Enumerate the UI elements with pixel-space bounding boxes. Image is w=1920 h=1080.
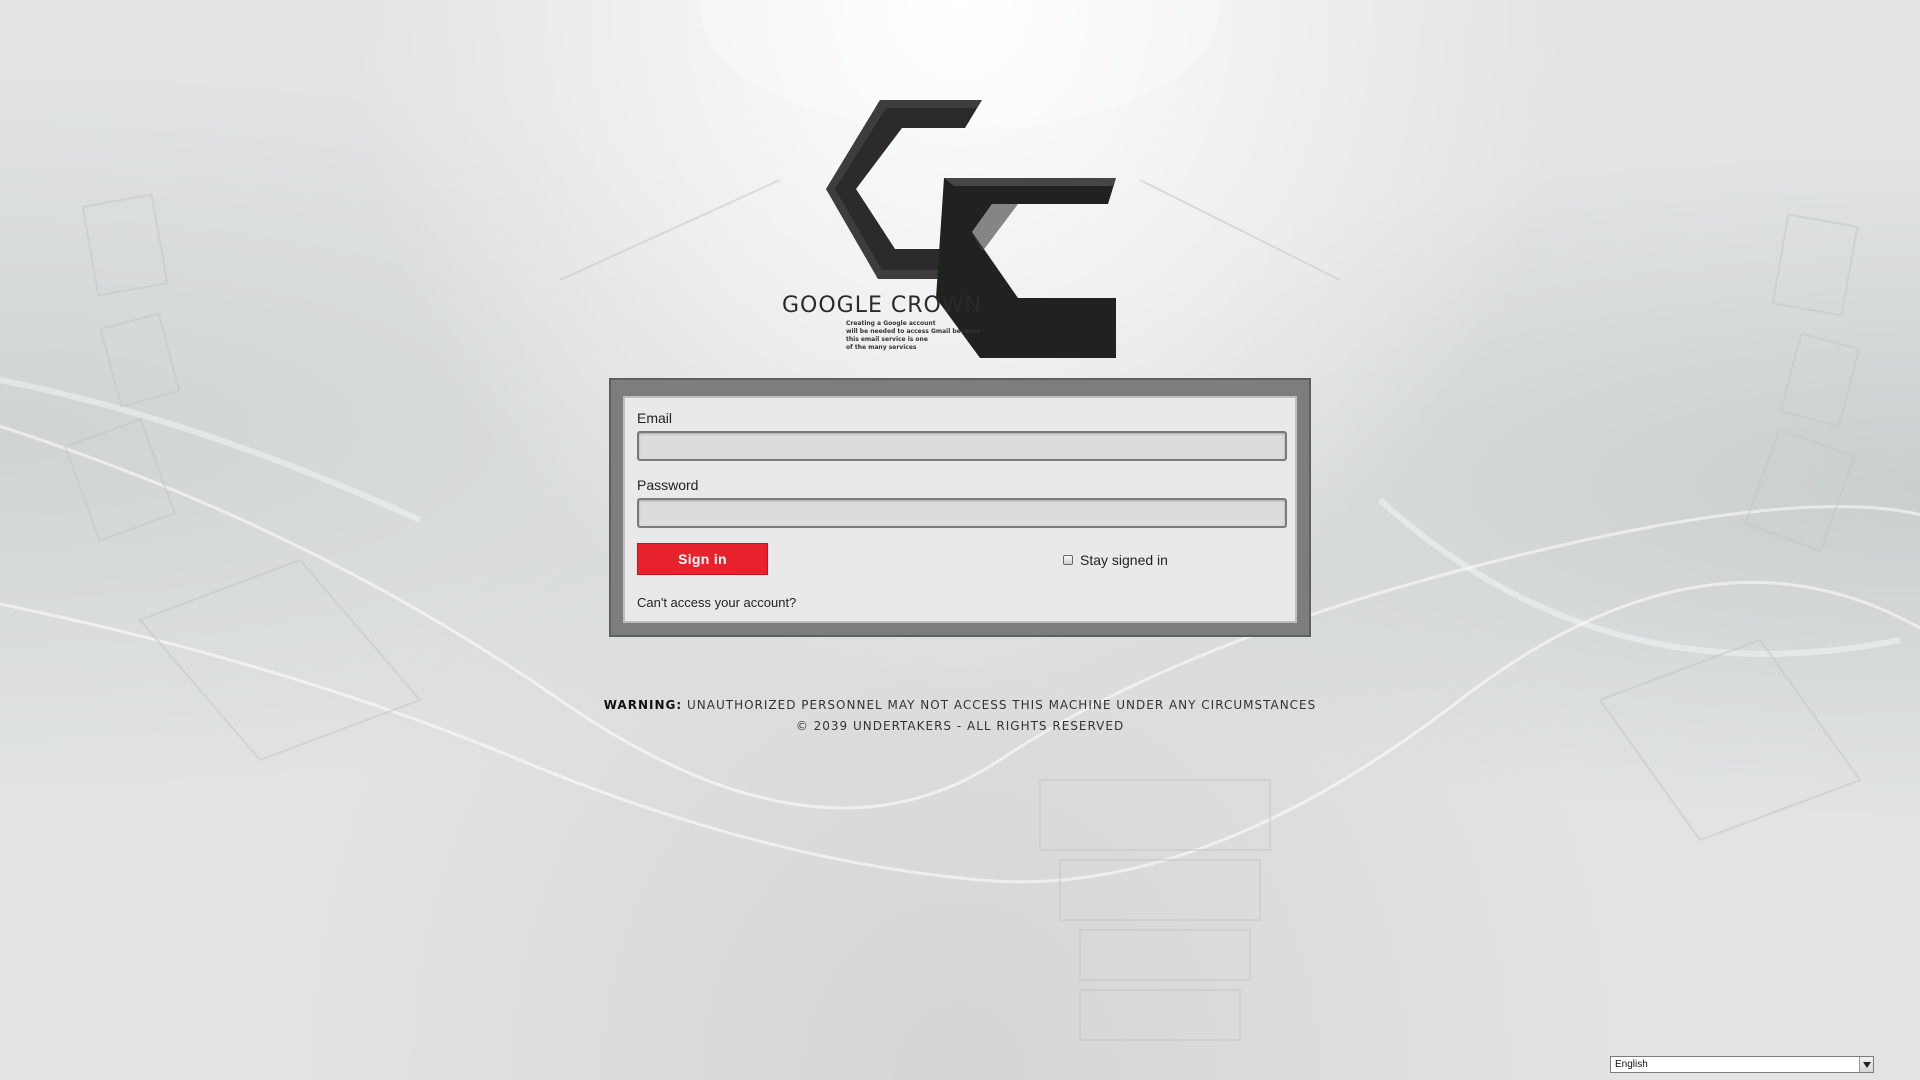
stay-signed-in-checkbox[interactable] xyxy=(1063,555,1073,565)
cant-access-link[interactable]: Can't access your account? xyxy=(637,595,796,610)
action-row: Sign in Stay signed in xyxy=(637,543,1283,577)
login-panel: Email Password Sign in Stay signed in Ca… xyxy=(609,378,1311,637)
password-field[interactable] xyxy=(637,498,1287,528)
logo-tagline: Creating a Google account will be needed… xyxy=(846,320,996,352)
stay-signed-in[interactable]: Stay signed in xyxy=(1063,552,1168,568)
logo-tagline-line: Creating a Google account xyxy=(846,320,936,327)
warning-prefix: WARNING: xyxy=(603,698,683,712)
logo-title: GOOGLE CROWN xyxy=(782,293,983,318)
language-select[interactable]: English xyxy=(1610,1056,1874,1073)
chevron-down-icon[interactable] xyxy=(1859,1057,1873,1072)
email-field[interactable] xyxy=(637,431,1287,461)
logo-tagline-line: will be needed to access Gmail because xyxy=(846,328,981,335)
password-label: Password xyxy=(637,477,699,493)
sign-in-button[interactable]: Sign in xyxy=(637,543,768,575)
logo-tagline-line: of the many services xyxy=(846,344,917,351)
login-form: Email Password Sign in Stay signed in Ca… xyxy=(623,396,1297,623)
stay-signed-in-label[interactable]: Stay signed in xyxy=(1080,552,1168,568)
copyright-notice: © 2039 UNDERTAKERS - ALL RIGHTS RESERVED xyxy=(795,719,1125,733)
warning-text: UNAUTHORIZED PERSONNEL MAY NOT ACCESS TH… xyxy=(686,698,1317,712)
language-select-value[interactable]: English xyxy=(1611,1059,1859,1070)
email-label: Email xyxy=(637,410,673,426)
logo-tagline-line: this email service is one xyxy=(846,336,928,343)
warning-notice: WARNING: UNAUTHORIZED PERSONNEL MAY NOT … xyxy=(0,698,1920,712)
